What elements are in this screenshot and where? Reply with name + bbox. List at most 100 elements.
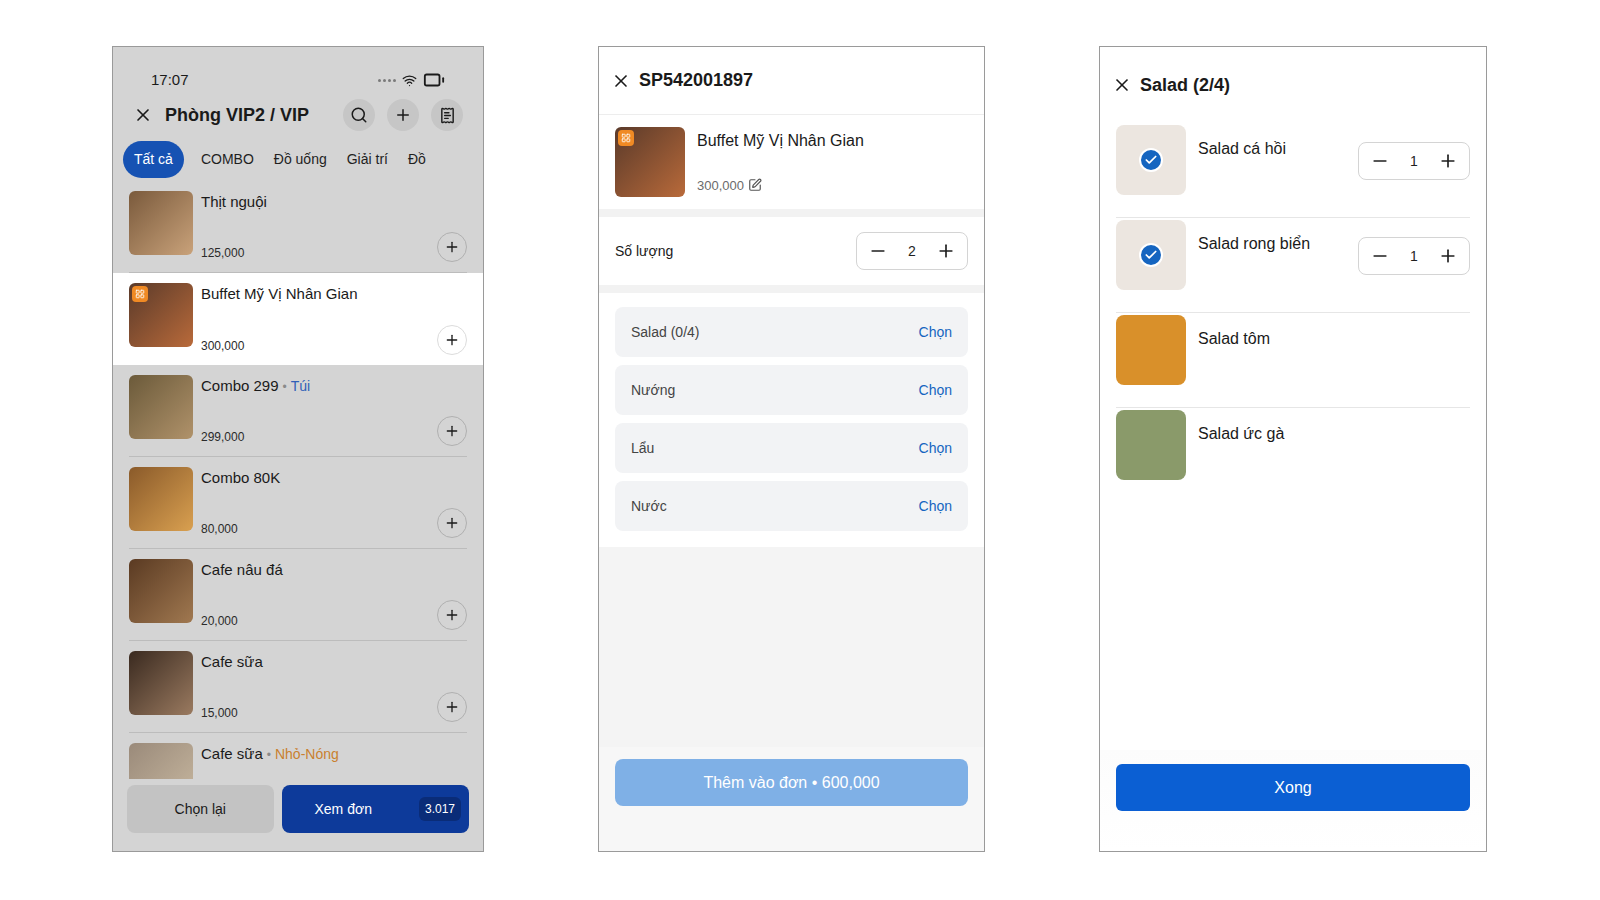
choose-link[interactable]: Chọn [919,380,952,401]
signal-icon [378,79,396,82]
quantity-stepper: 1 [1358,142,1470,180]
menu-item[interactable]: Combo 80K80,000 [113,457,483,549]
room-title: Phòng VIP2 / VIP [165,102,331,129]
page: 17:07 Phòng VIP2 / VIP Tất cả COMBO Đồ uống G… [0,0,1600,900]
option-name: Salad tôm [1198,330,1270,347]
menu-item[interactable]: Cafe sữa•Nhỏ-Nóng [113,733,483,779]
option-item[interactable]: Salad cá hồi1 [1116,123,1470,218]
quantity-label: Số lượng [615,241,673,262]
add-item-button[interactable] [437,508,467,538]
tag-dot: • [267,748,271,762]
increase-button[interactable] [933,238,959,264]
option-photo [1116,315,1186,385]
menu-item[interactable]: Cafe nâu đá20,000 [113,549,483,641]
option-photo [1116,410,1186,480]
add-item-button[interactable] [437,416,467,446]
order-button[interactable] [431,99,463,131]
plus-icon [444,515,460,531]
category-tab[interactable]: Giải trí [344,141,391,178]
choose-link[interactable]: Chọn [919,496,952,517]
view-order-button[interactable]: Xem đơn3.017 [282,785,470,833]
picker-screen: Salad (2/4)Salad cá hồi1Salad rong biển1… [1099,46,1487,852]
plus-icon [1438,246,1458,266]
header: Phòng VIP2 / VIP [113,93,483,137]
option-item[interactable]: Salad rong biển1 [1116,218,1470,313]
detail-footer: Thêm vào đơn • 600,000 [599,747,984,851]
category-tabs: Tất cả COMBO Đồ uống Giải trí Đồ [113,137,483,181]
option-name: Salad ức gà [1198,425,1284,442]
status-bar: 17:07 [113,47,483,93]
option-photo [1116,125,1186,195]
item-photo [129,559,193,623]
decrease-button[interactable] [1367,243,1393,269]
add-to-order-button[interactable]: Thêm vào đơn • 600,000 [615,759,968,806]
close-icon[interactable] [1112,75,1132,95]
plus-icon [936,241,956,261]
receipt-icon [439,107,456,124]
combo-badge-icon [132,286,148,302]
item-price: 125,000 [201,244,244,262]
reset-button[interactable]: Chọn lại [127,785,274,833]
search-button[interactable] [343,99,375,131]
decrease-button[interactable] [1367,148,1393,174]
quantity-value[interactable]: 2 [908,241,916,262]
quantity-stepper: 1 [1358,237,1470,275]
quantity-value[interactable]: 1 [1410,151,1418,172]
group-label: Nước [631,496,667,517]
menu-item[interactable]: Cafe sữa15,000 [113,641,483,733]
option-group[interactable]: LẩuChọn [615,423,968,473]
plus-icon [444,699,460,715]
choose-link[interactable]: Chọn [919,438,952,459]
check-icon [1139,243,1163,267]
view-order-label: Xem đơn [315,799,372,820]
decrease-button[interactable] [865,238,891,264]
menu-screen: 17:07 Phòng VIP2 / VIP Tất cả COMBO Đồ uống G… [112,46,484,852]
item-name: Combo 299•Túi [201,375,467,398]
plus-icon [394,106,412,124]
picker-footer: Xong [1100,750,1486,851]
grid-icon [621,133,631,143]
item-photo [129,743,193,779]
detail-screen: SP542001897Buffet Mỹ Vị Nhân Gian300,000… [598,46,985,852]
option-group[interactable]: Nước Chọn [615,481,968,531]
product-card: Buffet Mỹ Vị Nhân Gian300,000 [599,115,984,209]
group-label: Salad (0/4) [631,322,699,343]
group-label: Nướng [631,380,675,401]
item-name: Buffet Mỹ Vị Nhân Gian [201,283,467,306]
item-photo [129,191,193,255]
item-photo [129,375,193,439]
item-tag: Nhỏ-Nóng [275,746,339,762]
add-item-button[interactable] [437,600,467,630]
section-divider [599,285,984,293]
quantity-value[interactable]: 1 [1410,246,1418,267]
menu-item[interactable]: Buffet Mỹ Vị Nhân Gian300,000 [113,273,483,365]
option-item[interactable]: Salad tôm [1116,313,1470,408]
close-icon[interactable] [611,71,631,91]
menu-item[interactable]: Thịt nguội 125,000 [113,181,483,273]
add-item-button[interactable] [437,325,467,355]
increase-button[interactable] [1435,243,1461,269]
done-button[interactable]: Xong [1116,764,1470,811]
detail-header: SP542001897 [599,47,984,115]
close-icon[interactable] [133,105,153,125]
add-item-button[interactable] [437,232,467,262]
menu-item[interactable]: Combo 299•Túi299,000 [113,365,483,457]
plus-icon [444,607,460,623]
choose-link[interactable]: Chọn [919,322,952,343]
option-group[interactable]: Nướng Chọn [615,365,968,415]
category-tab[interactable]: Tất cả [123,141,184,178]
grid-icon [135,289,145,299]
increase-button[interactable] [1435,148,1461,174]
category-tab[interactable]: COMBO [198,141,257,178]
category-tab[interactable]: Đồ [405,141,429,178]
option-group[interactable]: Salad (0/4) Chọn [615,307,968,357]
add-button[interactable] [387,99,419,131]
option-item[interactable]: Salad ức gà [1116,408,1470,503]
item-name: Thịt nguội [201,191,467,214]
item-name: Combo 80K [201,467,467,490]
category-tab[interactable]: Đồ uống [271,141,330,178]
edit-icon[interactable] [748,178,762,192]
wifi-icon [402,73,417,88]
add-item-button[interactable] [437,692,467,722]
item-name: Cafe sữa [201,651,467,674]
